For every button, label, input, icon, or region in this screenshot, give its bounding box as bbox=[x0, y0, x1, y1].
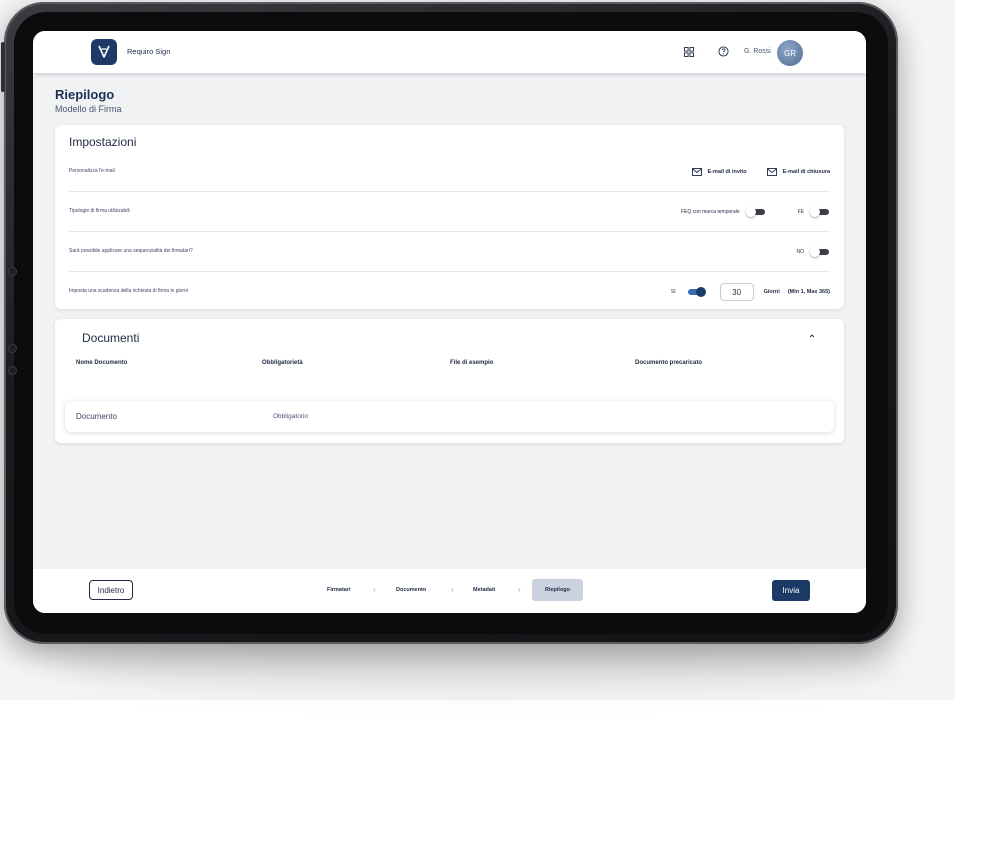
stage: Requiro Sign G. Rossi GR Riepilogo Model… bbox=[0, 0, 1000, 850]
column-header-example-file: File di esempio bbox=[450, 360, 494, 366]
step-riepilogo[interactable]: Riepilogo bbox=[532, 579, 583, 601]
column-header-requirement: Obbligatorietà bbox=[262, 360, 303, 366]
chevron-right-icon: › bbox=[451, 585, 454, 594]
documents-title: Documenti bbox=[82, 331, 140, 345]
invite-email-label: E-mail di invito bbox=[707, 169, 747, 175]
user-name[interactable]: G. Rossi bbox=[744, 48, 771, 55]
bottom-bar: Indietro Firmatari › Documento › Metadat… bbox=[33, 569, 866, 613]
page-subtitle: Modello di Firma bbox=[55, 104, 122, 114]
closing-email-label: E-mail di chiusura bbox=[782, 169, 830, 175]
signature-type-options: FEQ con marca temporale FE bbox=[681, 204, 830, 220]
mail-icon bbox=[691, 168, 702, 176]
expiry-controls: SI 30 Giorni (Min 1, Max 365) bbox=[670, 283, 830, 301]
back-button[interactable]: Indietro bbox=[89, 580, 133, 600]
email-customization-row: Personalizza l'e-mail E-mail di invito E… bbox=[69, 152, 830, 192]
fe-option-label: FE bbox=[797, 209, 804, 215]
days-range-label: (Min 1, Max 365) bbox=[787, 289, 830, 295]
document-requirement: Obbligatorio bbox=[273, 413, 309, 420]
mail-icon bbox=[766, 168, 777, 176]
closing-email-link[interactable]: E-mail di chiusura bbox=[766, 168, 830, 176]
send-button[interactable]: Invia bbox=[772, 580, 810, 601]
tablet-shadow bbox=[60, 640, 900, 690]
top-bar: Requiro Sign G. Rossi GR bbox=[33, 31, 866, 73]
sequence-options: NO bbox=[797, 244, 831, 260]
expiry-toggle[interactable] bbox=[686, 287, 706, 297]
fe-toggle[interactable] bbox=[810, 207, 830, 217]
chevron-right-icon: › bbox=[518, 585, 521, 594]
avatar[interactable]: GR bbox=[777, 40, 803, 66]
camera-dot bbox=[8, 366, 17, 375]
column-header-preloaded: Documento precaricato bbox=[635, 360, 703, 366]
days-unit-label: Giorni bbox=[763, 289, 780, 295]
row-label: Imposta una scadenza della richiesta di … bbox=[69, 288, 188, 294]
signer-sequence-row: Sarà possibile applicare una sequenziali… bbox=[69, 232, 830, 272]
signature-types-row: Tipologie di firma utilizzabili FEQ con … bbox=[69, 192, 830, 232]
feq-toggle[interactable] bbox=[745, 207, 766, 217]
expiry-toggle-label: SI bbox=[670, 289, 676, 295]
invite-email-link[interactable]: E-mail di invito bbox=[691, 168, 747, 176]
row-label: Tipologie di firma utilizzabili bbox=[69, 208, 130, 214]
help-icon[interactable] bbox=[718, 46, 729, 57]
expiry-row: Imposta una scadenza della richiesta di … bbox=[69, 272, 830, 312]
app-screen: Requiro Sign G. Rossi GR Riepilogo Model… bbox=[33, 31, 866, 613]
app-title: Requiro Sign bbox=[127, 47, 171, 56]
step-metadati[interactable]: Metadati bbox=[473, 587, 495, 593]
document-name: Documento bbox=[76, 412, 117, 421]
apps-grid-icon[interactable] bbox=[684, 47, 694, 57]
table-row[interactable]: Documento Obbligatorio bbox=[65, 401, 834, 432]
row-label: Personalizza l'e-mail bbox=[69, 168, 115, 174]
feq-option-label: FEQ con marca temporale bbox=[680, 209, 740, 215]
settings-card: Impostazioni Personalizza l'e-mail E-mai… bbox=[55, 125, 844, 309]
row-label: Sarà possibile applicare una sequenziali… bbox=[69, 248, 193, 254]
sequence-toggle-label: NO bbox=[796, 249, 805, 255]
documents-card: Documenti Nome Documento Obbligatorietà … bbox=[55, 319, 844, 443]
chevron-up-icon[interactable] bbox=[807, 331, 817, 341]
email-links: E-mail di invito E-mail di chiusura bbox=[678, 164, 830, 180]
app-logo-icon[interactable] bbox=[91, 39, 117, 65]
settings-title: Impostazioni bbox=[69, 135, 137, 149]
volume-button bbox=[1, 42, 5, 92]
camera-dot bbox=[8, 267, 17, 276]
sequence-toggle[interactable] bbox=[810, 247, 830, 257]
camera-dot bbox=[8, 344, 17, 353]
expiry-days-input[interactable]: 30 bbox=[719, 283, 754, 301]
step-firmatari[interactable]: Firmatari bbox=[327, 587, 351, 593]
column-header-name: Nome Documento bbox=[76, 360, 128, 366]
chevron-right-icon: › bbox=[373, 585, 376, 594]
page-title: Riepilogo bbox=[55, 87, 115, 102]
step-documento[interactable]: Documento bbox=[396, 587, 426, 593]
